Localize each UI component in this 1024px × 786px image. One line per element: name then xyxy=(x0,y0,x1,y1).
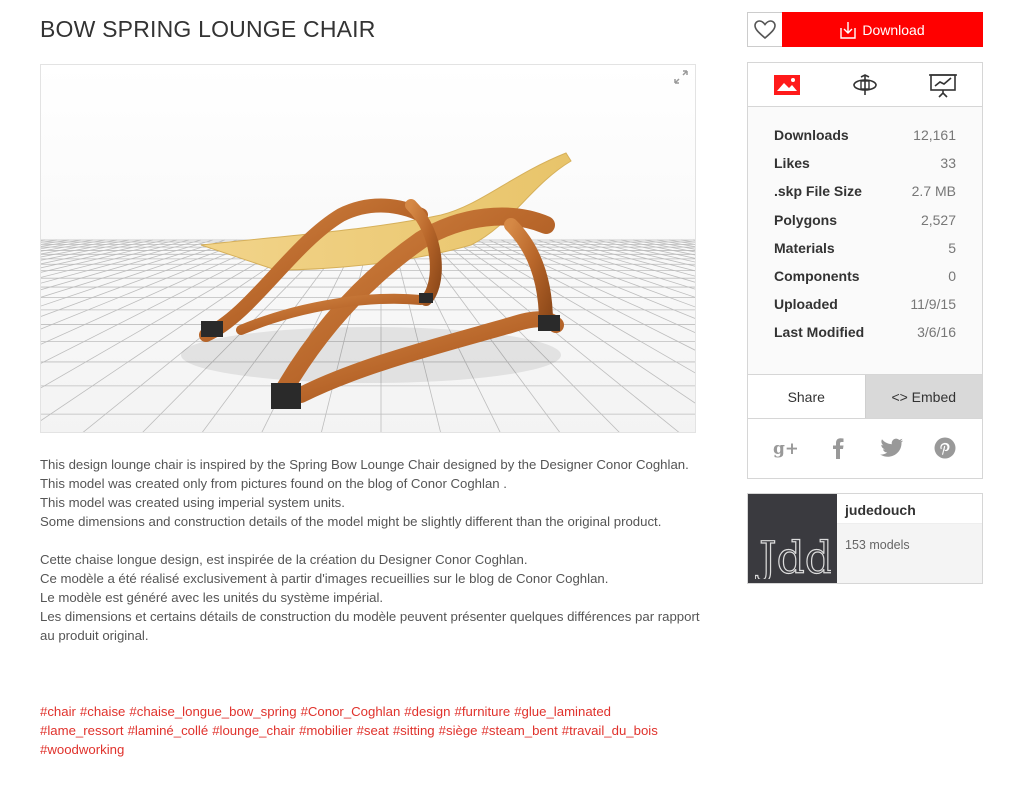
stat-value: 11/9/15 xyxy=(910,296,956,313)
stat-label: .skp File Size xyxy=(774,183,862,200)
tag-link[interactable]: #travail_du_bois xyxy=(562,723,658,738)
social-links: g+ xyxy=(748,419,982,477)
author-card: Jdd judedouch 153 models xyxy=(747,493,983,584)
author-model-count: 153 models xyxy=(837,524,982,583)
desc-fr-3: Le modèle est généré avec les unités du … xyxy=(40,590,384,605)
view-tabs xyxy=(748,63,982,107)
desc-fr-4: Les dimensions et certains détails de co… xyxy=(40,609,700,643)
tag-link[interactable]: #glue_laminated xyxy=(514,704,611,719)
heart-icon xyxy=(754,19,776,39)
svg-text:g+: g+ xyxy=(773,439,797,458)
facebook-icon[interactable] xyxy=(826,436,850,460)
tag-link[interactable]: #lounge_chair xyxy=(212,723,295,738)
rotate-3d-icon xyxy=(853,73,877,95)
chair-render xyxy=(41,65,695,432)
stat-row: .skp File Size 2.7 MB xyxy=(774,177,956,205)
download-label: Download xyxy=(862,21,925,38)
tag-link[interactable]: #chaise_longue_bow_spring xyxy=(129,704,296,719)
desc-fr-2: Ce modèle a été réalisé exclusivement à … xyxy=(40,571,609,586)
stat-label: Components xyxy=(774,268,860,285)
like-button[interactable] xyxy=(747,12,783,47)
stat-label: Polygons xyxy=(774,211,838,228)
tag-link[interactable]: #lame_ressort xyxy=(40,723,124,738)
tab-images[interactable] xyxy=(748,63,826,106)
tag-link[interactable]: #woodworking xyxy=(40,742,124,757)
stat-label: Materials xyxy=(774,239,835,256)
share-tabs: Share <> Embed xyxy=(748,375,982,419)
stat-label: Downloads xyxy=(774,127,849,144)
model-description: This design lounge chair is inspired by … xyxy=(40,455,700,645)
twitter-icon[interactable] xyxy=(879,436,904,460)
expand-icon[interactable] xyxy=(673,69,689,85)
author-logo: Jdd xyxy=(755,532,831,579)
tag-link[interactable]: #laminé_collé xyxy=(128,723,209,738)
tag-link[interactable]: #siège xyxy=(439,723,478,738)
avatar-text: Jdd xyxy=(755,533,831,579)
image-icon xyxy=(774,74,800,95)
stat-row: Polygons 2,527 xyxy=(774,206,956,234)
tag-link[interactable]: #sitting xyxy=(393,723,435,738)
tab-presentation[interactable] xyxy=(904,63,982,106)
stat-value: 5 xyxy=(948,239,956,256)
stat-row: Uploaded 11/9/15 xyxy=(774,290,956,318)
model-stats: Downloads 12,161 Likes 33 .skp File Size 2.… xyxy=(748,107,982,375)
stat-row: Downloads 12,161 xyxy=(774,121,956,149)
stat-value: 3/6/16 xyxy=(917,324,956,341)
download-icon xyxy=(840,21,857,39)
presentation-chart-icon xyxy=(929,73,957,98)
tab-embed[interactable]: <> Embed xyxy=(864,375,982,418)
stat-value: 33 xyxy=(940,155,956,172)
tag-link[interactable]: #design xyxy=(404,704,450,719)
stat-label: Last Modified xyxy=(774,324,865,341)
stat-row: Components 0 xyxy=(774,262,956,290)
desc-en-3: This model was created using imperial sy… xyxy=(40,495,345,510)
tag-link[interactable]: #steam_bent xyxy=(482,723,558,738)
tab-3d-view[interactable] xyxy=(826,63,904,106)
stat-row: Materials 5 xyxy=(774,234,956,262)
pinterest-icon[interactable] xyxy=(933,436,957,460)
author-name[interactable]: judedouch xyxy=(837,494,982,524)
desc-en-1: This design lounge chair is inspired by … xyxy=(40,457,689,472)
tag-link[interactable]: #chair xyxy=(40,704,76,719)
tag-link[interactable]: #seat xyxy=(357,723,389,738)
tab-share[interactable]: Share xyxy=(748,375,865,418)
desc-fr-1: Cette chaise longue design, est inspirée… xyxy=(40,552,528,567)
stat-value: 2,527 xyxy=(920,211,956,228)
stat-label: Uploaded xyxy=(774,296,838,313)
download-button[interactable]: Download xyxy=(782,12,983,47)
desc-en-4: Some dimensions and construction details… xyxy=(40,514,662,529)
tag-link[interactable]: #Conor_Coghlan xyxy=(301,704,401,719)
stat-value: 2.7 MB xyxy=(911,183,956,200)
tag-link[interactable]: #furniture xyxy=(454,704,510,719)
author-info: judedouch 153 models xyxy=(837,494,982,583)
model-info-panel: Downloads 12,161 Likes 33 .skp File Size 2.… xyxy=(747,62,983,479)
stat-value: 12,161 xyxy=(913,127,956,144)
stat-row: Last Modified 3/6/16 xyxy=(774,318,956,346)
tag-link[interactable]: #chaise xyxy=(80,704,125,719)
page-title: BOW SPRING LOUNGE CHAIR xyxy=(40,16,376,42)
google-plus-icon[interactable]: g+ xyxy=(773,436,797,460)
stat-value: 0 xyxy=(948,268,956,285)
stat-label: Likes xyxy=(774,155,810,172)
avatar[interactable]: Jdd xyxy=(748,494,837,583)
tag-list: #chair #chaise #chaise_longue_bow_spring #C… xyxy=(40,702,700,759)
desc-en-2: This model was created only from picture… xyxy=(40,476,507,491)
model-preview[interactable] xyxy=(40,64,696,433)
stat-row: Likes 33 xyxy=(774,149,956,177)
tag-link[interactable]: #mobilier xyxy=(299,723,353,738)
